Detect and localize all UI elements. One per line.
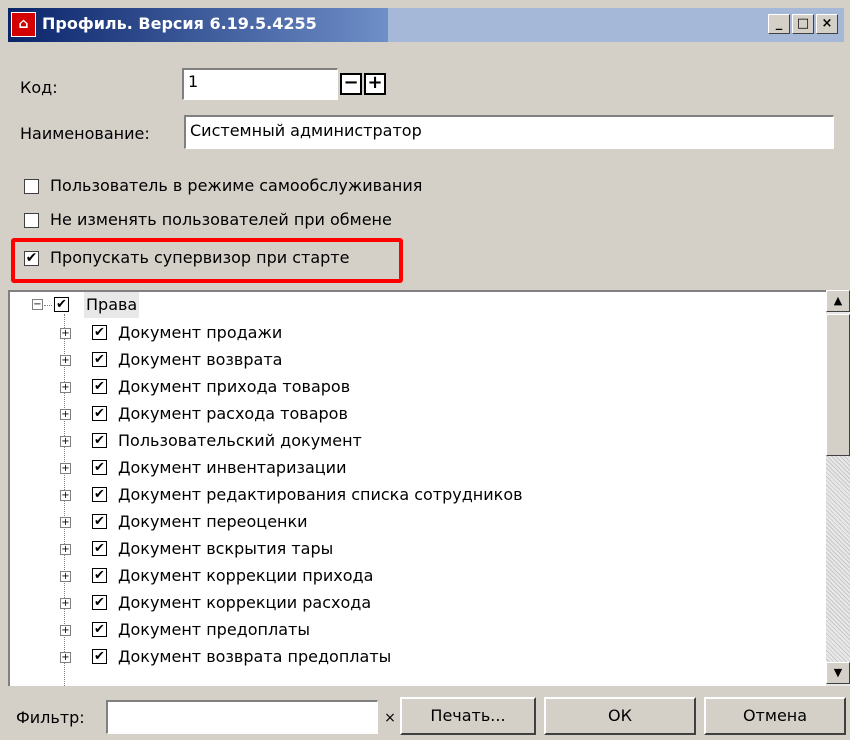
tree-row[interactable]: + ✔ Документ коррекции расхода [10,590,810,616]
expand-icon[interactable]: + [60,598,71,609]
expand-icon[interactable]: + [60,517,71,528]
name-label: Наименование: [20,124,150,143]
scroll-thumb[interactable] [826,314,850,456]
scroll-track[interactable] [826,456,850,662]
tree-item-label: Документ коррекции расхода [118,593,372,612]
tree-item-checkbox[interactable]: ✔ [92,325,107,340]
name-input[interactable]: Системный администратор [184,115,834,149]
tree-row[interactable]: + ✔ Документ редактирования списка сотру… [10,482,810,508]
tree-item-checkbox[interactable]: ✔ [92,649,107,664]
tree-item-label: Документ предоплаты [118,620,310,639]
code-input[interactable]: 1 [182,68,338,100]
expand-icon[interactable]: + [60,571,71,582]
maximize-button[interactable]: □ [792,14,814,34]
tree-item-label: Документ вскрытия тары [118,539,334,558]
tree-row[interactable]: + ✔ Пользовательский документ [10,428,810,454]
close-icon: × [821,16,833,31]
user-profile-icon: ⌂ [11,12,36,37]
minus-icon: − [343,72,359,93]
tree-item-checkbox[interactable]: ✔ [92,460,107,475]
tree-item-checkbox[interactable]: ✔ [92,622,107,637]
tree-branch-line [44,305,52,306]
tree-row[interactable]: + ✔ Документ переоценки [10,509,810,535]
tree-row[interactable]: + ✔ Документ продажи [10,320,810,346]
tree-item-label: Пользовательский документ [118,431,362,450]
tree-item-checkbox[interactable]: ✔ [92,352,107,367]
tree-row[interactable]: + ✔ Документ возврата предоплаты [10,644,810,670]
tree-scrollbar[interactable]: ▲ ▼ [826,290,850,686]
tree-item-checkbox[interactable]: ✔ [92,514,107,529]
self-service-checkbox[interactable] [24,179,39,194]
expand-icon[interactable]: + [60,544,71,555]
code-label: Код: [20,78,58,97]
close-button[interactable]: × [816,14,838,34]
tree-root-label: Права [84,292,140,318]
arrow-up-icon: ▲ [833,294,843,307]
expand-icon[interactable]: + [60,652,71,663]
tree-row[interactable]: + ✔ Документ вскрытия тары [10,536,810,562]
maximize-icon: □ [796,16,810,31]
expand-icon[interactable]: + [60,625,71,636]
tree-root-checkbox[interactable]: ✔ [54,297,69,312]
ok-button[interactable]: ОК [544,697,696,735]
tree-row[interactable]: + ✔ Документ инвентаризации [10,455,810,481]
tree-root-row[interactable]: − ✔ Права [10,292,810,318]
filter-input[interactable] [106,700,378,734]
tree-item-checkbox[interactable]: ✔ [92,595,107,610]
no-change-users-label: Не изменять пользователей при обмене [50,210,392,229]
increment-button[interactable]: + [364,73,386,95]
expand-icon[interactable]: + [60,328,71,339]
arrow-down-icon: ▼ [833,666,843,679]
tree-row[interactable]: + ✔ Документ расхода товаров [10,401,810,427]
expand-icon[interactable]: + [60,355,71,366]
tree-item-checkbox[interactable]: ✔ [92,379,107,394]
tree-row[interactable]: + ✔ Документ возврата [10,347,810,373]
expand-icon[interactable]: + [60,436,71,447]
expand-icon[interactable]: + [60,382,71,393]
tree-item-label: Документ возврата предоплаты [118,647,392,666]
tree-item-label: Документ инвентаризации [118,458,347,477]
minimize-button[interactable]: _ [768,14,790,34]
expand-icon[interactable]: + [60,490,71,501]
rights-tree[interactable]: − ✔ Права + ✔ Документ продажи + ✔ Докум… [8,290,850,686]
tree-item-label: Документ переоценки [118,512,308,531]
scroll-down-button[interactable]: ▼ [826,662,850,684]
tree-item-label: Документ расхода товаров [118,404,348,423]
tree-row[interactable]: + ✔ Документ коррекции прихода [10,563,810,589]
tree-item-checkbox[interactable]: ✔ [92,487,107,502]
print-button[interactable]: Печать... [400,697,536,735]
scroll-up-button[interactable]: ▲ [826,290,850,312]
no-change-users-checkbox[interactable] [24,213,39,228]
tree-item-checkbox[interactable]: ✔ [92,541,107,556]
clear-filter-button[interactable]: × [380,706,400,730]
cancel-button[interactable]: Отмена [704,697,846,735]
expand-icon[interactable]: + [60,409,71,420]
tree-item-label: Документ возврата [118,350,283,369]
tree-row[interactable]: + ✔ Документ прихода товаров [10,374,810,400]
tree-item-label: Документ продажи [118,323,283,342]
tree-item-checkbox[interactable]: ✔ [92,433,107,448]
tree-item-label: Документ редактирования списка сотрудник… [118,485,523,504]
plus-icon: + [367,72,383,93]
tree-item-checkbox[interactable]: ✔ [92,568,107,583]
highlight-frame [11,238,403,283]
collapse-icon[interactable]: − [32,299,43,310]
filter-label: Фильтр: [16,708,85,727]
clear-icon: × [384,710,396,726]
tree-item-checkbox[interactable]: ✔ [92,406,107,421]
minimize-icon: _ [775,16,783,31]
tree-item-label: Документ коррекции прихода [118,566,374,585]
tree-item-label: Документ прихода товаров [118,377,351,396]
decrement-button[interactable]: − [340,73,362,95]
expand-icon[interactable]: + [60,463,71,474]
self-service-label: Пользователь в режиме самообслуживания [50,176,423,195]
tree-row[interactable]: + ✔ Документ предоплаты [10,617,810,643]
window-title: Профиль. Версия 6.19.5.4255 [42,14,317,33]
